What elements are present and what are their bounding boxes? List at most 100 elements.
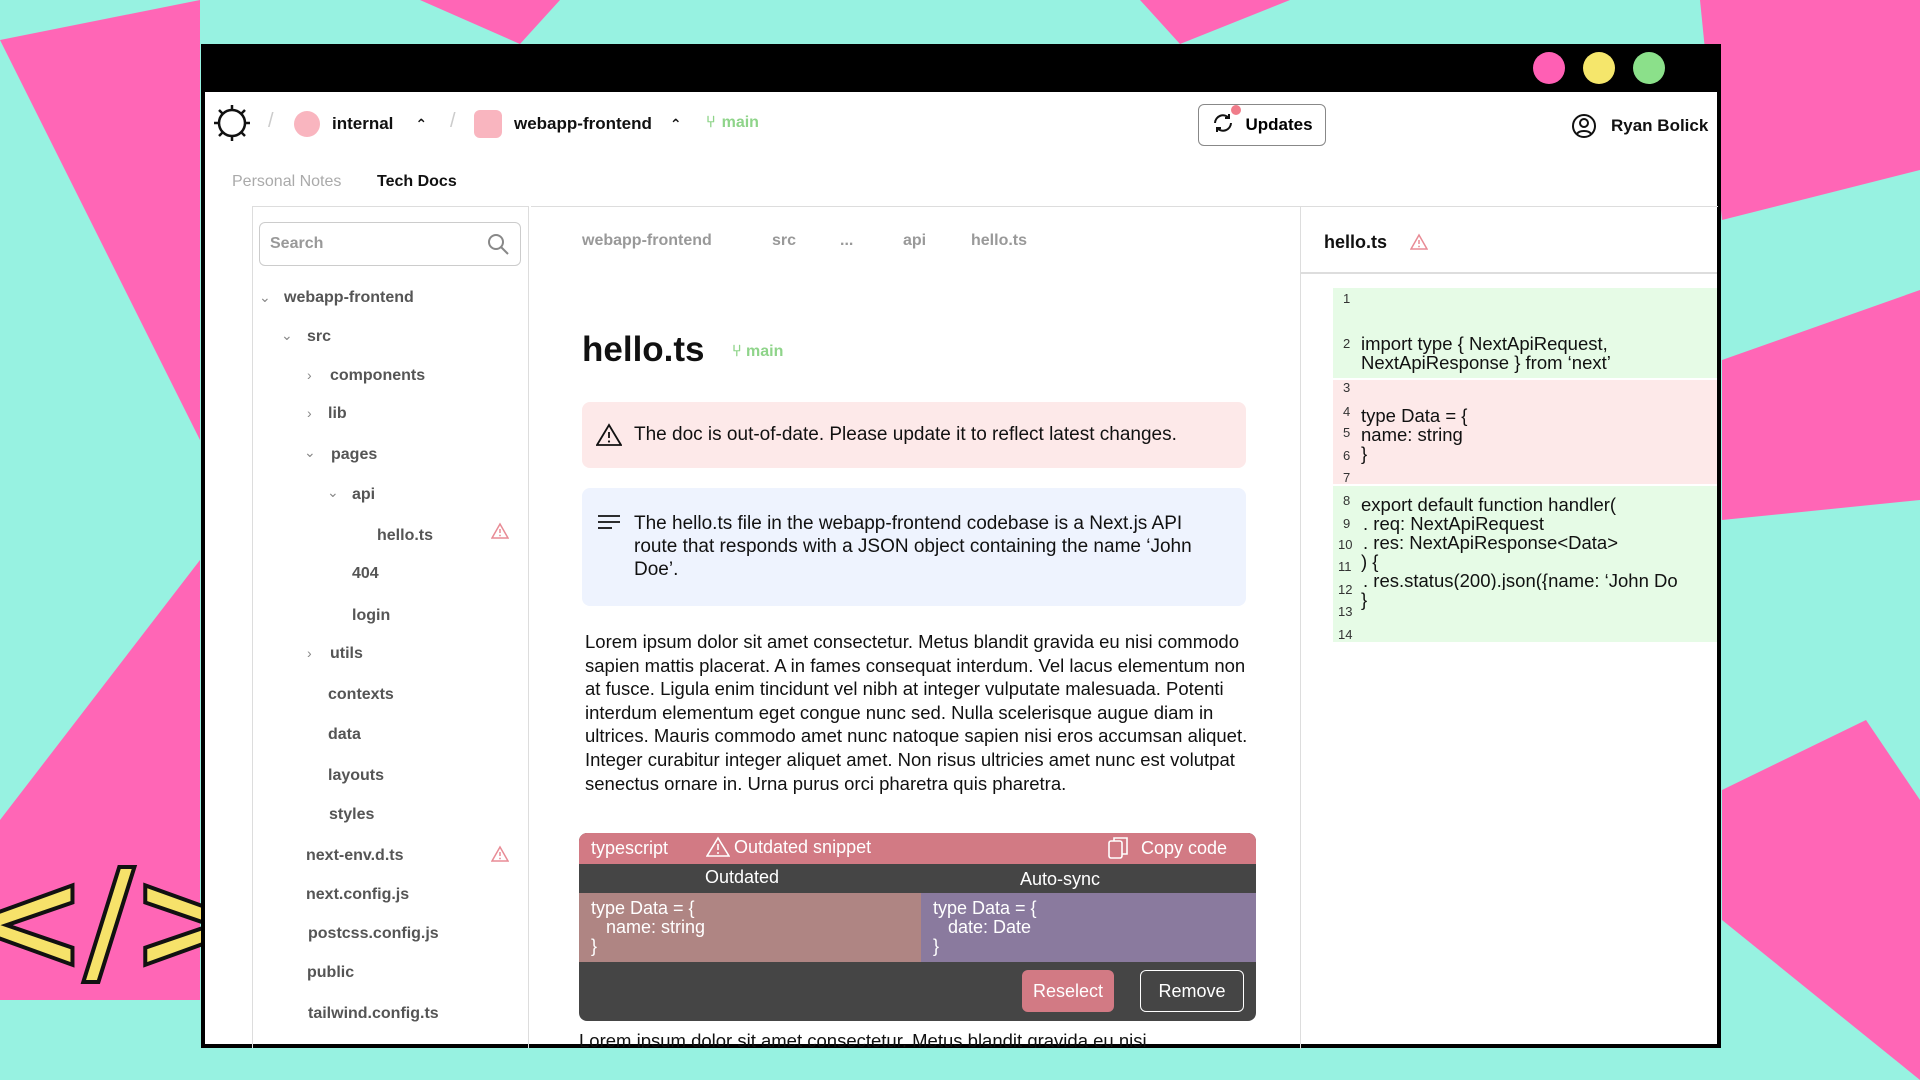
- tree-item-utils[interactable]: utils: [330, 645, 363, 663]
- repo-switcher-chevrons-icon: ⌃: [669, 115, 682, 132]
- ai-summary-box: The hello.ts file in the webapp-frontend…: [582, 488, 1246, 606]
- snippet-column-headings: Outdated Auto-sync: [579, 864, 1256, 890]
- doc-body-text: Lorem ipsum dolor sit amet consectetur. …: [585, 631, 1248, 794]
- snippet-language: typescript: [591, 838, 669, 858]
- code-line: . res.status(200).json({name: ‘John Do: [1363, 571, 1678, 590]
- doc-body-text-continued: Lorem ipsum dolor sit amet consectetur. …: [579, 1030, 1147, 1048]
- code-snippet-card: typescript Outdated snippet Copy code Ou…: [579, 833, 1256, 1021]
- repo-name: webapp-frontend: [514, 114, 652, 133]
- tree-item-api[interactable]: api: [352, 486, 375, 504]
- menu-lines-icon: [598, 514, 620, 538]
- chevron-right-icon[interactable]: ›: [307, 645, 312, 661]
- copy-code-label: Copy code: [1141, 837, 1228, 858]
- code-line: export default function handler(: [1361, 494, 1617, 515]
- repo-switcher[interactable]: webapp-frontend ⌃: [474, 110, 682, 138]
- tree-item-login[interactable]: login: [352, 607, 390, 625]
- tree-item-postcss-config[interactable]: postcss.config.js: [308, 925, 439, 943]
- tree-item-hello-ts[interactable]: hello.ts: [377, 527, 433, 545]
- line-number: 6: [1343, 448, 1351, 463]
- file-tree-sidebar: [252, 206, 529, 1048]
- preview-file-title: hello.ts: [1324, 232, 1388, 252]
- line-number: 12: [1338, 582, 1353, 597]
- warning-icon: [490, 522, 510, 545]
- updates-button[interactable]: Updates: [1198, 104, 1326, 146]
- doc-branch-badge: ⑂ main: [732, 343, 783, 361]
- line-number: 4: [1343, 404, 1351, 419]
- app-logo-icon[interactable]: [213, 104, 251, 147]
- chevron-right-icon[interactable]: ›: [307, 367, 312, 383]
- line-number: 8: [1343, 493, 1351, 508]
- chevron-down-icon[interactable]: ⌄: [327, 484, 339, 501]
- refresh-icon: [1211, 104, 1242, 140]
- line-number: 3: [1343, 380, 1351, 395]
- window-dot-yellow[interactable]: [1583, 52, 1615, 84]
- org-name: internal: [332, 114, 394, 133]
- tab-tech-docs[interactable]: Tech Docs: [377, 173, 457, 191]
- warning-icon: [490, 845, 510, 868]
- code-line: NextApiResponse } from ‘next’: [1361, 352, 1611, 373]
- search-icon: [486, 232, 510, 256]
- tree-item-tailwind-config[interactable]: tailwind.config.ts: [308, 1005, 439, 1023]
- repo-avatar: [474, 110, 502, 138]
- tree-item-webapp-frontend[interactable]: webapp-frontend: [284, 289, 414, 307]
- tree-item-next-config[interactable]: next.config.js: [306, 886, 409, 904]
- branch-indicator[interactable]: ⑂ main: [706, 114, 759, 132]
- line-number: 13: [1338, 604, 1353, 619]
- tree-item-src[interactable]: src: [307, 328, 331, 346]
- line-number: 10: [1338, 537, 1353, 552]
- copy-code-button[interactable]: Copy code: [1107, 836, 1227, 860]
- breadcrumb-item[interactable]: src: [772, 232, 796, 250]
- user-icon: [1571, 113, 1597, 139]
- tree-item-styles[interactable]: styles: [329, 806, 374, 824]
- breadcrumb-item[interactable]: webapp-frontend: [582, 232, 712, 250]
- summary-text: The hello.ts file in the webapp-frontend…: [634, 513, 1192, 580]
- outdated-code: type Data = { name: string }: [579, 893, 921, 962]
- tree-item-lib[interactable]: lib: [328, 405, 347, 423]
- code-line: ) {: [1361, 551, 1379, 572]
- user-name: Ryan Bolick: [1611, 116, 1709, 135]
- tree-item-pages[interactable]: pages: [331, 446, 377, 464]
- code-line: import type { NextApiRequest,: [1361, 333, 1608, 354]
- tree-item-components[interactable]: components: [330, 367, 425, 385]
- breadcrumb-item[interactable]: hello.ts: [971, 232, 1027, 250]
- tree-item-data[interactable]: data: [328, 726, 361, 744]
- tree-item-layouts[interactable]: layouts: [328, 767, 384, 785]
- branch-icon: ⑂: [732, 343, 747, 360]
- search-input[interactable]: Search: [259, 222, 521, 266]
- snippet-status-label: Outdated snippet: [734, 836, 872, 857]
- window-dot-pink[interactable]: [1533, 52, 1565, 84]
- tree-item-public[interactable]: public: [307, 964, 354, 982]
- warning-icon: [596, 423, 622, 447]
- auto-sync-code: type Data = { date: Date }: [921, 893, 1256, 962]
- user-menu[interactable]: Ryan Bolick: [1571, 113, 1708, 139]
- line-number: 7: [1343, 470, 1351, 485]
- tree-item-404[interactable]: 404: [352, 565, 379, 583]
- breadcrumb-item[interactable]: api: [903, 232, 926, 250]
- chevron-down-icon[interactable]: ⌄: [304, 444, 316, 461]
- org-switcher[interactable]: internal ⌃: [294, 111, 427, 137]
- snippet-header: typescript Outdated snippet Copy code: [579, 833, 1256, 864]
- window-dot-green[interactable]: [1633, 52, 1665, 84]
- tree-item-next-env[interactable]: next-env.d.ts: [306, 847, 404, 865]
- remove-button[interactable]: Remove: [1140, 970, 1244, 1012]
- breadcrumb-ellipsis[interactable]: ...: [840, 232, 853, 250]
- tab-personal-notes[interactable]: Personal Notes: [232, 173, 341, 191]
- reselect-button[interactable]: Reselect: [1022, 970, 1114, 1012]
- header-separator: /: [268, 110, 274, 132]
- title-bar: [205, 44, 1717, 92]
- chevron-down-icon[interactable]: ⌄: [259, 289, 271, 306]
- code-line: . res: NextApiResponse<Data>: [1363, 532, 1619, 553]
- notification-dot: [1231, 104, 1242, 115]
- search-placeholder: Search: [270, 235, 324, 252]
- outdated-heading: Outdated: [705, 867, 780, 887]
- warning-icon: [706, 836, 730, 858]
- warning-icon: [1409, 233, 1429, 256]
- chevron-right-icon[interactable]: ›: [307, 405, 312, 421]
- chevron-down-icon[interactable]: ⌄: [281, 327, 293, 344]
- tree-item-contexts[interactable]: contexts: [328, 686, 394, 704]
- code-line: }: [1361, 443, 1368, 464]
- branch-name: main: [721, 114, 759, 131]
- updates-label: Updates: [1245, 115, 1313, 134]
- line-number: 5: [1343, 425, 1351, 440]
- code-line: . req: NextApiRequest: [1363, 513, 1544, 534]
